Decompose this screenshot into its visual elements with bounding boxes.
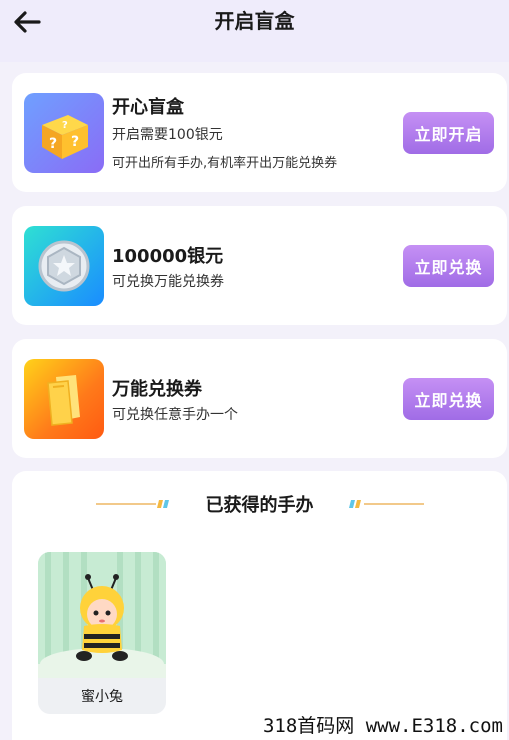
- svg-text:?: ?: [62, 120, 68, 131]
- card-universal-voucher: 万能兑换券 可兑换任意手办一个 立即兑换: [12, 339, 507, 458]
- silver-coin-icon: [24, 226, 104, 306]
- card-description: 可兑换万能兑换券: [112, 274, 224, 290]
- watermark: 318首码网 www.E318.com: [260, 711, 505, 738]
- section-title: 已获得的手办: [205, 495, 314, 516]
- page-title: 开启盲盒: [214, 9, 295, 33]
- obtained-figures-section: 已获得的手办 蜜小兔: [12, 471, 507, 740]
- svg-text:?: ?: [71, 134, 79, 150]
- exchange-figure-button[interactable]: 立即兑换: [403, 378, 494, 420]
- card-silver-coin: 100000银元 可兑换万能兑换券 立即兑换: [12, 206, 507, 325]
- card-description: 可开出所有手办,有机率开出万能兑换券: [112, 156, 338, 171]
- card-title: 开心盲盒: [112, 97, 184, 118]
- voucher-icon: [24, 359, 104, 439]
- card-title: 100000银元: [112, 246, 224, 267]
- open-box-button[interactable]: 立即开启: [403, 112, 494, 154]
- card-description: 可兑换任意手办一个: [112, 407, 238, 423]
- top-bar: 开启盲盒: [0, 0, 509, 62]
- title-decoration-right-icon: [349, 500, 424, 508]
- figure-card[interactable]: 蜜小兔: [38, 552, 166, 714]
- card-title: 万能兑换券: [112, 379, 202, 400]
- card-mystery-box: ? ? ? 开心盲盒 开启需要100银元 可开出所有手办,有机率开出万能兑换券 …: [12, 73, 507, 192]
- figure-image: [38, 552, 166, 680]
- figure-name: 蜜小兔: [81, 689, 123, 705]
- svg-text:?: ?: [49, 136, 57, 152]
- exchange-voucher-button[interactable]: 立即兑换: [403, 245, 494, 287]
- mystery-box-icon: ? ? ?: [24, 93, 104, 173]
- card-cost: 开启需要100银元: [112, 127, 223, 143]
